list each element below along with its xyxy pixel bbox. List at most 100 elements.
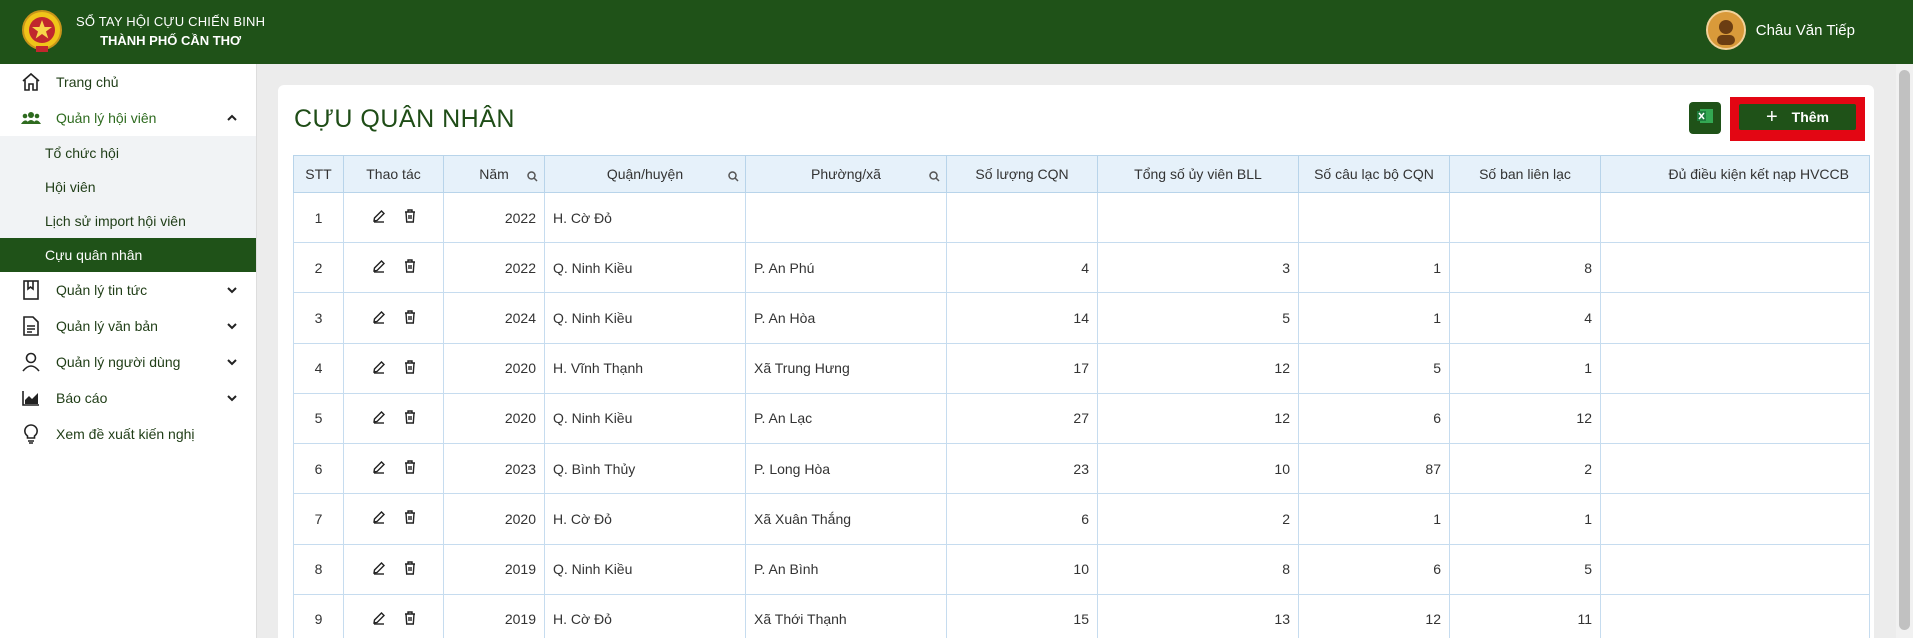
cell-actions: [343, 292, 444, 344]
edit-icon[interactable]: [372, 460, 386, 474]
table-row[interactable]: 7 2020 H. Cờ Đỏ Xã Xuân Thắng 6 2 1 1: [293, 493, 1870, 545]
search-icon[interactable]: [527, 169, 538, 185]
cell-ward: [745, 191, 947, 244]
cell-ward: P. An Bình: [745, 543, 947, 595]
edit-icon[interactable]: [372, 611, 386, 625]
cell-eligible: [1600, 493, 1870, 545]
sidebar-item-label: Trang chủ: [56, 74, 119, 90]
table-row[interactable]: 8 2019 Q. Ninh Kiều P. An Bình 10 8 6 5: [293, 543, 1870, 595]
sidebar-item-users[interactable]: Quản lý người dùng: [0, 344, 256, 380]
scrollbar-thumb[interactable]: [1899, 70, 1910, 630]
user-name[interactable]: Châu Văn Tiếp: [1756, 22, 1855, 39]
edit-icon[interactable]: [372, 259, 386, 274]
cell-stt: 1: [293, 191, 344, 244]
search-icon[interactable]: [929, 169, 940, 185]
edit-icon[interactable]: [372, 209, 386, 223]
edit-icon[interactable]: [372, 310, 386, 324]
column-header: Tổng số ủy viên BLL: [1097, 155, 1299, 193]
cell-year: 2022: [443, 242, 545, 294]
table-row[interactable]: 9 2019 H. Cờ Đỏ Xã Thới Thạnh 15 13 12 11: [293, 593, 1870, 638]
document-icon: [20, 315, 42, 337]
sidebar-item-member[interactable]: Hội viên: [0, 170, 256, 204]
cell-actions: [343, 493, 444, 545]
sidebar-item-label: Quản lý văn bản: [56, 318, 158, 334]
column-header[interactable]: Năm: [443, 155, 545, 193]
chevron-down-icon[interactable]: [226, 319, 238, 335]
page-title: CỰU QUÂN NHÂN: [294, 105, 515, 133]
column-header[interactable]: Quận/huyện: [544, 155, 746, 193]
edit-icon[interactable]: [372, 510, 386, 525]
cell-year: 2020: [443, 392, 545, 445]
chevron-down-icon[interactable]: [226, 283, 238, 299]
chevron-up-icon[interactable]: [226, 111, 238, 127]
cell-stt: 2: [293, 242, 344, 294]
home-icon: [20, 71, 42, 93]
user-icon: [20, 351, 42, 373]
sidebar-item-organization[interactable]: Tổ chức hội: [0, 136, 256, 170]
column-header: Số ban liên lạc: [1449, 155, 1601, 193]
cell-eligible: [1600, 392, 1870, 445]
cell-clb: 12: [1298, 593, 1450, 638]
table-row[interactable]: 2 2022 Q. Ninh Kiều P. An Phú 4 3 1 8: [293, 242, 1870, 294]
cell-actions: [343, 543, 444, 595]
sidebar-item-label: Báo cáo: [56, 390, 108, 406]
chart-icon: [20, 387, 42, 409]
avatar[interactable]: [1705, 10, 1746, 50]
delete-icon[interactable]: [404, 360, 416, 374]
sidebar-item-label: Quản lý người dùng: [56, 354, 181, 370]
column-header[interactable]: Phường/xã: [745, 155, 947, 193]
cell-year: 2024: [443, 292, 545, 344]
add-button-label: Thêm: [1791, 109, 1830, 125]
vertical-scrollbar[interactable]: [1896, 64, 1913, 638]
cell-bll: 13: [1097, 593, 1299, 638]
cell-district: Q. Ninh Kiều: [544, 543, 746, 595]
cell-blc: 2: [1449, 443, 1601, 495]
search-icon[interactable]: [728, 169, 739, 185]
sidebar-item-import-history[interactable]: Lịch sử import hội viên: [0, 204, 256, 238]
edit-icon[interactable]: [372, 360, 386, 374]
sidebar-item-label: Quản lý tin tức: [56, 282, 148, 298]
cell-district: H. Cờ Đỏ: [544, 493, 746, 545]
table-row[interactable]: 1 2022 H. Cờ Đỏ: [293, 191, 1870, 244]
excel-icon: [1696, 108, 1714, 129]
sidebar-item-suggestions[interactable]: Xem đề xuất kiến nghị: [0, 416, 256, 452]
sidebar-item-news[interactable]: Quản lý tin tức: [0, 272, 256, 308]
table-row[interactable]: 5 2020 Q. Ninh Kiều P. An Lạc 27 12 6 12: [293, 392, 1870, 445]
delete-icon[interactable]: [404, 611, 416, 625]
cell-district: Q. Ninh Kiều: [544, 292, 746, 344]
delete-icon[interactable]: [404, 209, 416, 223]
members-submenu: Tổ chức hội Hội viên Lịch sử import hội …: [0, 136, 256, 272]
user-menu[interactable]: Châu Văn Tiếp: [1705, 10, 1855, 50]
delete-icon[interactable]: [404, 560, 416, 575]
cell-actions: [343, 242, 444, 294]
chevron-down-icon[interactable]: [226, 355, 238, 371]
cell-actions: [343, 443, 444, 495]
chevron-down-icon[interactable]: [226, 391, 238, 407]
cell-stt: 7: [293, 493, 344, 545]
delete-icon[interactable]: [404, 510, 416, 525]
sidebar-item-members[interactable]: Quản lý hội viên: [0, 100, 256, 136]
delete-icon[interactable]: [404, 460, 416, 474]
cell-bll: 8: [1097, 543, 1299, 595]
cell-actions: [343, 392, 444, 445]
edit-icon[interactable]: [372, 561, 386, 575]
cell-district: Q. Ninh Kiều: [544, 392, 746, 445]
cell-cqn: 17: [946, 342, 1098, 394]
delete-icon[interactable]: [404, 309, 416, 324]
add-button[interactable]: + Thêm: [1739, 104, 1856, 130]
table-row[interactable]: 3 2024 Q. Ninh Kiều P. An Hòa 14 5 1 4: [293, 292, 1870, 344]
table-row[interactable]: 6 2023 Q. Bình Thủy P. Long Hòa 23 10 87 2: [293, 443, 1870, 495]
sidebar-item-home[interactable]: Trang chủ: [0, 64, 256, 100]
sidebar-item-documents[interactable]: Quản lý văn bản: [0, 308, 256, 344]
sidebar-item-veterans[interactable]: Cựu quân nhân: [0, 238, 256, 272]
delete-icon[interactable]: [404, 259, 416, 274]
cell-eligible: [1600, 292, 1870, 344]
delete-icon[interactable]: [404, 410, 416, 424]
table-row[interactable]: 4 2020 H. Vĩnh Thạnh Xã Trung Hưng 17 12 5 1: [293, 342, 1870, 394]
top-bar: SỔ TAY HỘI CỰU CHIẾN BINH THÀNH PHỐ CẦN …: [0, 0, 1913, 64]
cell-cqn: 6: [946, 493, 1098, 545]
export-excel-button[interactable]: [1689, 102, 1721, 134]
cell-clb: 5: [1298, 342, 1450, 394]
sidebar-item-reports[interactable]: Báo cáo: [0, 380, 256, 416]
edit-icon[interactable]: [372, 410, 386, 424]
